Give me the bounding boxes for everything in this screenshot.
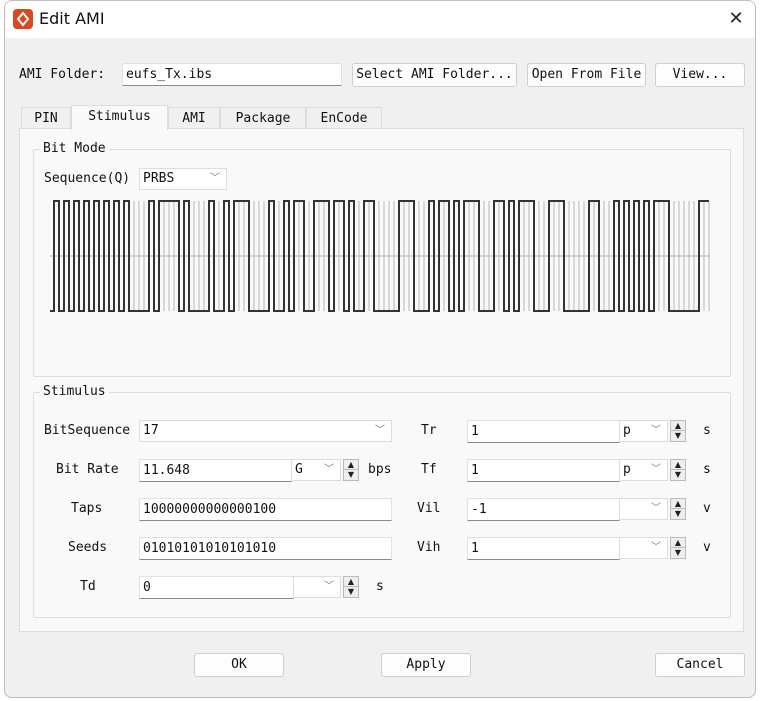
td-label: Td	[80, 579, 96, 594]
seeds-label: Seeds	[68, 540, 108, 555]
chevron-down-icon: ﹀	[651, 542, 661, 553]
vil-spinner[interactable]: ▲ ▼	[670, 498, 686, 520]
td-unit-select[interactable]: ﹀	[293, 576, 341, 598]
tr-label: Tr	[421, 423, 437, 438]
chevron-down-icon: ﹀	[324, 581, 334, 592]
td-spinner[interactable]: ▲ ▼	[343, 576, 359, 598]
spin-down-icon[interactable]: ▼	[671, 431, 685, 441]
bit-rate-unit-value: G	[295, 462, 303, 477]
sequence-select[interactable]: PRBS ﹀	[139, 168, 227, 190]
tab-stimulus[interactable]: Stimulus	[71, 105, 168, 130]
tr-unit-select[interactable]: p ﹀	[619, 420, 668, 442]
tab-encode[interactable]: EnCode	[306, 107, 382, 129]
apply-button[interactable]: Apply	[381, 653, 471, 677]
vil-input[interactable]: -1	[467, 498, 620, 521]
chevron-down-icon: ﹀	[375, 425, 385, 436]
bit-sequence-label: BitSequence	[44, 423, 131, 438]
sequence-value: PRBS	[143, 171, 175, 186]
vih-unit: v	[703, 540, 711, 555]
tf-unit: s	[703, 462, 711, 477]
spin-down-icon[interactable]: ▼	[671, 470, 685, 480]
vih-input[interactable]: 1	[467, 537, 620, 560]
tf-unit-value: p	[623, 462, 631, 477]
spin-down-icon[interactable]: ▼	[671, 548, 685, 558]
tf-input[interactable]: 1	[467, 459, 620, 482]
spin-up-icon[interactable]: ▲	[671, 538, 685, 548]
title-bar: Edit AMI ✕	[5, 1, 755, 38]
tab-package[interactable]: Package	[220, 107, 306, 129]
tf-unit-select[interactable]: p ﹀	[619, 459, 668, 481]
ami-folder-label: AMI Folder:	[19, 67, 106, 82]
chevron-down-icon: ﹀	[210, 173, 220, 184]
bit-waveform-chart	[50, 200, 710, 312]
chevron-down-icon: ﹀	[651, 503, 661, 514]
cancel-button[interactable]: Cancel	[655, 653, 745, 677]
stimulus-title: Stimulus	[40, 384, 109, 399]
bit-sequence-value: 17	[143, 423, 159, 438]
spin-up-icon[interactable]: ▲	[671, 421, 685, 431]
tr-unit-value: p	[623, 423, 631, 438]
vih-label: Vih	[417, 540, 441, 555]
vil-unit: v	[703, 501, 711, 516]
vih-unit-select[interactable]: ﹀	[619, 537, 668, 559]
spin-down-icon[interactable]: ▼	[344, 587, 358, 597]
ami-folder-input[interactable]: eufs_Tx.ibs	[122, 63, 342, 86]
tf-spinner[interactable]: ▲ ▼	[670, 459, 686, 481]
spin-up-icon[interactable]: ▲	[671, 499, 685, 509]
tr-input[interactable]: 1	[467, 420, 620, 443]
bit-rate-spinner[interactable]: ▲ ▼	[343, 459, 359, 481]
spin-up-icon[interactable]: ▲	[344, 460, 358, 470]
open-from-file-button[interactable]: Open From File	[527, 63, 646, 87]
tab-pin[interactable]: PIN	[21, 107, 71, 129]
spin-up-icon[interactable]: ▲	[671, 460, 685, 470]
bit-rate-label: Bit Rate	[56, 462, 119, 477]
vil-unit-select[interactable]: ﹀	[619, 498, 668, 520]
spin-down-icon[interactable]: ▼	[344, 470, 358, 480]
spin-down-icon[interactable]: ▼	[671, 509, 685, 519]
select-ami-folder-button[interactable]: Select AMI Folder...	[352, 63, 517, 87]
bit-rate-unit-select[interactable]: G ﹀	[291, 459, 341, 481]
bit-rate-input[interactable]: 11.648	[139, 459, 292, 482]
td-input[interactable]: 0	[139, 576, 294, 599]
spin-up-icon[interactable]: ▲	[344, 577, 358, 587]
td-unit: s	[376, 579, 384, 594]
bit-rate-unit: bps	[368, 462, 392, 477]
seeds-input[interactable]: 01010101010101010	[139, 537, 392, 560]
vil-label: Vil	[417, 501, 441, 516]
edit-ami-dialog: Edit AMI ✕ AMI Folder: eufs_Tx.ibs Selec…	[4, 0, 756, 698]
tr-spinner[interactable]: ▲ ▼	[670, 420, 686, 442]
stimulus-tab-pane: Bit Mode Sequence(Q) PRBS ﹀ Stimulus BitS…	[19, 128, 744, 632]
chevron-down-icon: ﹀	[651, 425, 661, 436]
chevron-down-icon: ﹀	[324, 464, 334, 475]
tab-ami[interactable]: AMI	[168, 107, 220, 129]
taps-label: Taps	[71, 501, 103, 516]
tr-unit: s	[703, 423, 711, 438]
vih-spinner[interactable]: ▲ ▼	[670, 537, 686, 559]
chevron-down-icon: ﹀	[651, 464, 661, 475]
ok-button[interactable]: OK	[194, 653, 284, 677]
close-icon[interactable]: ✕	[723, 7, 749, 31]
taps-input[interactable]: 10000000000000100	[139, 498, 392, 521]
window-title: Edit AMI	[39, 9, 105, 28]
bit-sequence-select[interactable]: 17 ﹀	[139, 420, 392, 442]
app-logo-icon	[13, 9, 33, 29]
bit-mode-title: Bit Mode	[40, 141, 109, 156]
view-button[interactable]: View...	[655, 63, 745, 87]
tf-label: Tf	[421, 462, 437, 477]
sequence-label: Sequence(Q)	[44, 171, 131, 186]
